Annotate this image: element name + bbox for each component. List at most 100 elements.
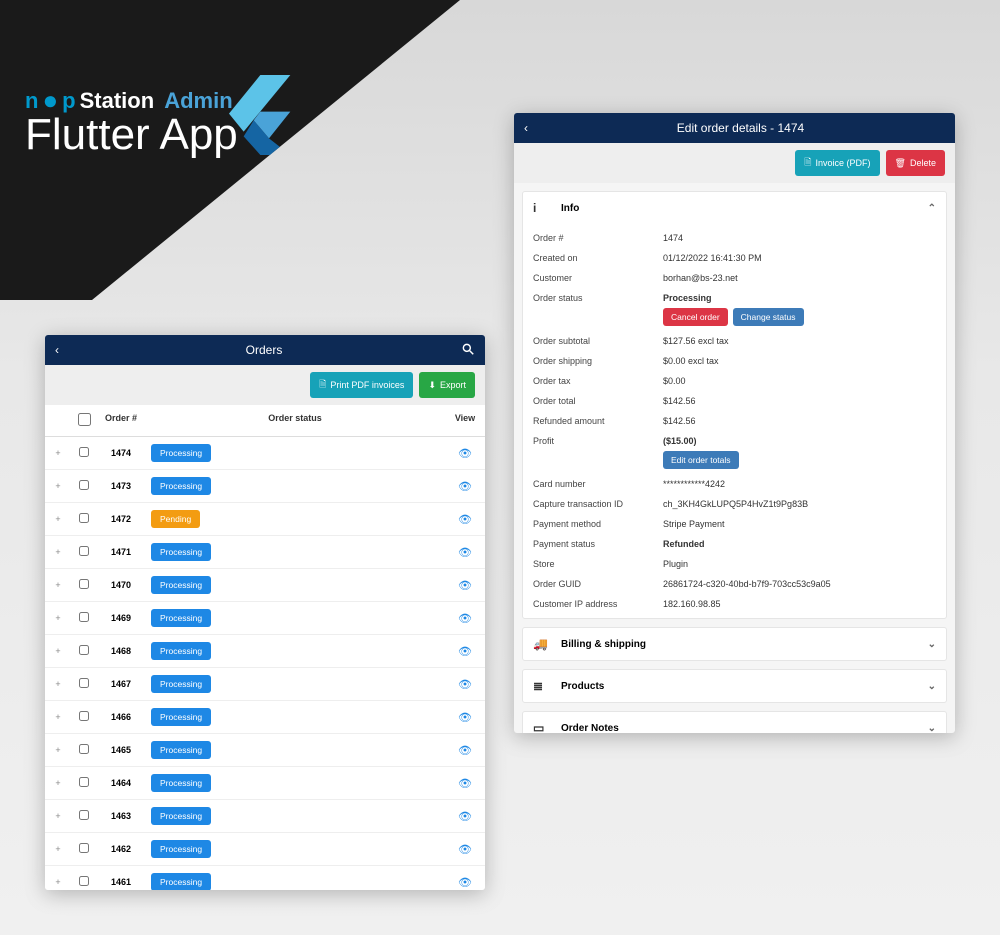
row-checkbox[interactable] xyxy=(79,711,89,721)
expand-icon[interactable]: + xyxy=(45,613,71,623)
view-icon[interactable]: 👁 xyxy=(458,514,472,526)
cancel-order-button[interactable]: Cancel order xyxy=(663,308,728,326)
expand-icon[interactable]: + xyxy=(45,745,71,755)
status-badge: Processing xyxy=(151,444,211,462)
row-checkbox[interactable] xyxy=(79,678,89,688)
order-id: 1467 xyxy=(97,679,145,689)
expand-icon[interactable]: + xyxy=(45,877,71,887)
view-icon[interactable]: 👁 xyxy=(458,613,472,625)
notes-card-header[interactable]: ▭ Order Notes ⌄ xyxy=(523,712,946,733)
expand-icon[interactable]: + xyxy=(45,679,71,689)
status-badge: Pending xyxy=(151,510,200,528)
view-icon[interactable]: 👁 xyxy=(458,481,472,493)
status-badge: Processing xyxy=(151,477,211,495)
status-badge: Processing xyxy=(151,576,211,594)
label-card: Card number xyxy=(533,479,663,489)
products-title: Products xyxy=(561,681,916,692)
expand-icon[interactable]: + xyxy=(45,844,71,854)
delete-label: Delete xyxy=(910,158,936,168)
value-total: $142.56 xyxy=(663,396,936,406)
value-capture: ch_3KH4GkLUPQ5P4HvZ1t9Pg83B xyxy=(663,499,936,509)
row-checkbox[interactable] xyxy=(79,447,89,457)
label-refunded: Refunded amount xyxy=(533,416,663,426)
value-refunded: $142.56 xyxy=(663,416,936,426)
expand-icon[interactable]: + xyxy=(45,778,71,788)
label-total: Order total xyxy=(533,396,663,406)
order-id: 1468 xyxy=(97,646,145,656)
detail-toolbar: 🗎 Invoice (PDF) 🗑 Delete xyxy=(514,143,955,183)
info-icon: i xyxy=(533,201,549,215)
order-id: 1463 xyxy=(97,811,145,821)
print-pdf-button[interactable]: 🗎 Print PDF invoices xyxy=(310,372,413,398)
row-checkbox[interactable] xyxy=(79,876,89,886)
value-subtotal: $127.56 excl tax xyxy=(663,336,936,346)
expand-icon[interactable]: + xyxy=(45,580,71,590)
status-badge: Processing xyxy=(151,708,211,726)
export-button[interactable]: ⬇ Export xyxy=(419,372,475,398)
expand-icon[interactable]: + xyxy=(45,514,71,524)
info-card-header[interactable]: i Info ⌃ xyxy=(523,192,946,224)
expand-icon[interactable]: + xyxy=(45,481,71,491)
orders-table-header: Order # Order status View xyxy=(45,405,485,437)
row-checkbox[interactable] xyxy=(79,546,89,556)
row-checkbox[interactable] xyxy=(79,777,89,787)
view-icon[interactable]: 👁 xyxy=(458,811,472,823)
header-order: Order # xyxy=(97,413,145,428)
status-badge: Processing xyxy=(151,543,211,561)
row-checkbox[interactable] xyxy=(79,480,89,490)
label-guid: Order GUID xyxy=(533,579,663,589)
expand-icon[interactable]: + xyxy=(45,448,71,458)
view-icon[interactable]: 👁 xyxy=(458,712,472,724)
orders-panel: ‹ Orders 🗎 Print PDF invoices ⬇ Export O… xyxy=(45,335,485,890)
status-badge: Processing xyxy=(151,807,211,825)
view-icon[interactable]: 👁 xyxy=(458,547,472,559)
billing-card-header[interactable]: 🚚 Billing & shipping ⌄ xyxy=(523,628,946,660)
table-row: +1468 Processing 👁 xyxy=(45,635,485,668)
chevron-down-icon: ⌄ xyxy=(928,723,936,734)
label-tax: Order tax xyxy=(533,376,663,386)
row-checkbox[interactable] xyxy=(79,645,89,655)
view-icon[interactable]: 👁 xyxy=(458,448,472,460)
chevron-up-icon: ⌃ xyxy=(928,203,936,214)
table-row: +1465Processing👁 xyxy=(45,734,485,767)
label-customer: Customer xyxy=(533,273,663,283)
orders-titlebar: ‹ Orders xyxy=(45,335,485,365)
expand-icon[interactable]: + xyxy=(45,547,71,557)
order-id: 1474 xyxy=(97,448,145,458)
view-icon[interactable]: 👁 xyxy=(458,877,472,889)
select-all-checkbox[interactable] xyxy=(78,413,91,426)
row-checkbox[interactable] xyxy=(79,513,89,523)
row-checkbox[interactable] xyxy=(79,579,89,589)
value-profit: ($15.00) xyxy=(663,436,697,446)
list-icon: ≣ xyxy=(533,679,549,693)
value-guid: 26861724-c320-40bd-b7f9-703cc53c9a05 xyxy=(663,579,936,589)
view-icon[interactable]: 👁 xyxy=(458,580,472,592)
view-icon[interactable]: 👁 xyxy=(458,646,472,658)
row-checkbox[interactable] xyxy=(79,744,89,754)
view-icon[interactable]: 👁 xyxy=(458,679,472,691)
order-id: 1473 xyxy=(97,481,145,491)
delete-button[interactable]: 🗑 Delete xyxy=(886,150,945,176)
back-icon[interactable]: ‹ xyxy=(524,121,528,135)
order-id: 1462 xyxy=(97,844,145,854)
row-checkbox[interactable] xyxy=(79,612,89,622)
info-card: i Info ⌃ Order #1474 Created on01/12/202… xyxy=(522,191,947,619)
value-created: 01/12/2022 16:41:30 PM xyxy=(663,253,936,263)
label-ip: Customer IP address xyxy=(533,599,663,609)
edit-order-totals-button[interactable]: Edit order totals xyxy=(663,451,739,469)
products-card-header[interactable]: ≣ Products ⌄ xyxy=(523,670,946,702)
expand-icon[interactable]: + xyxy=(45,811,71,821)
row-checkbox[interactable] xyxy=(79,843,89,853)
search-icon[interactable] xyxy=(461,342,475,359)
expand-icon[interactable]: + xyxy=(45,712,71,722)
invoice-button[interactable]: 🗎 Invoice (PDF) xyxy=(795,150,879,176)
change-status-button[interactable]: Change status xyxy=(733,308,804,326)
expand-icon[interactable]: + xyxy=(45,646,71,656)
value-ip: 182.160.98.85 xyxy=(663,599,936,609)
status-badge: Processing xyxy=(151,642,211,660)
row-checkbox[interactable] xyxy=(79,810,89,820)
view-icon[interactable]: 👁 xyxy=(458,844,472,856)
back-icon[interactable]: ‹ xyxy=(55,343,59,357)
view-icon[interactable]: 👁 xyxy=(458,778,472,790)
view-icon[interactable]: 👁 xyxy=(458,745,472,757)
